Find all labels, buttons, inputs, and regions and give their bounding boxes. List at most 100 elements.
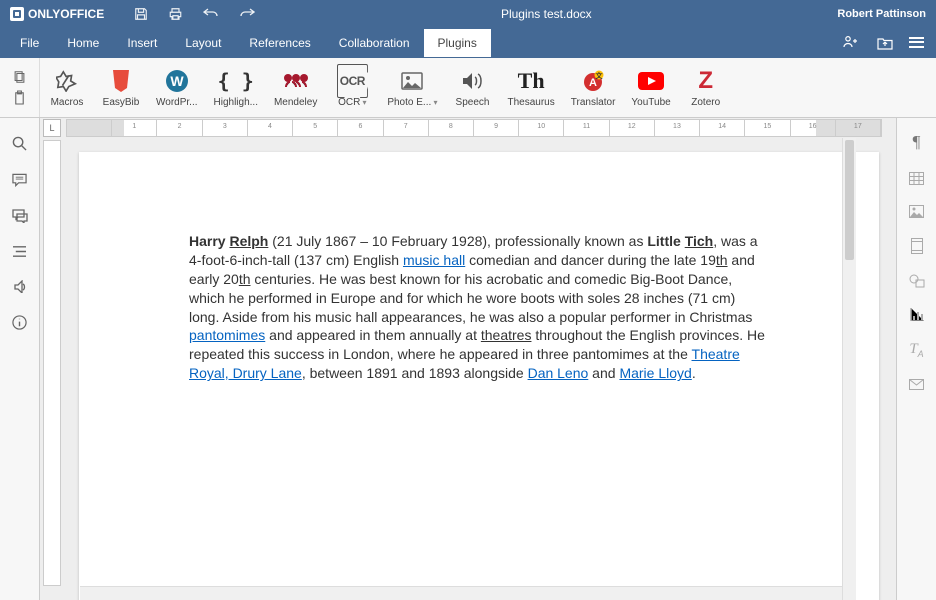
link-music-hall[interactable]: music hall	[403, 252, 465, 268]
header-footer-icon[interactable]	[911, 238, 923, 254]
body-paragraph[interactable]: Harry Relph (21 July 1867 – 10 February …	[189, 232, 769, 383]
save-icon[interactable]	[134, 7, 148, 21]
shape-settings-icon[interactable]	[909, 274, 925, 288]
text: and appeared in them annually at	[265, 327, 481, 343]
comments-icon[interactable]	[12, 173, 27, 187]
plugin-ocr[interactable]: OCR OCR	[325, 58, 379, 117]
menu-insert[interactable]: Insert	[113, 29, 171, 57]
navigation-icon[interactable]	[12, 245, 27, 258]
text: .	[692, 365, 696, 381]
plugin-label: YouTube	[631, 97, 670, 108]
horizontal-scrollbar[interactable]	[80, 586, 842, 600]
menu-plugins[interactable]: Plugins	[424, 29, 491, 57]
plugin-label: Mendeley	[274, 97, 317, 108]
text: Relph	[229, 233, 268, 249]
plugin-label: EasyBib	[103, 97, 140, 108]
title-bar: ONLYOFFICE Plugins test.docx Robert Patt…	[0, 0, 936, 28]
text-art-icon[interactable]: TA	[909, 341, 923, 359]
plugin-label: Translator	[571, 97, 616, 108]
text: (21 July 1867 – 10 February 1928), profe…	[268, 233, 647, 249]
print-icon[interactable]	[168, 7, 183, 21]
plugin-thesaurus[interactable]: Th Thesaurus	[500, 58, 563, 117]
macros-button[interactable]: Macros	[40, 58, 94, 117]
speech-icon	[462, 67, 484, 95]
horizontal-ruler[interactable]: 1234567891011121314151617	[66, 119, 882, 137]
plugin-wordpress[interactable]: W WordPr...	[148, 58, 206, 117]
plugin-label: Zotero	[691, 97, 720, 108]
app-name: ONLYOFFICE	[28, 7, 104, 21]
find-icon[interactable]	[12, 136, 27, 151]
plugin-mendeley[interactable]: Mendeley	[266, 58, 325, 117]
link-theatres[interactable]: theatres	[481, 327, 532, 343]
ruler-row: L 1234567891011121314151617	[40, 118, 896, 138]
user-name: Robert Pattinson	[837, 8, 926, 20]
left-sidebar	[0, 118, 40, 600]
redo-icon[interactable]	[239, 7, 255, 21]
easybib-icon	[111, 67, 131, 95]
text: comedian and dancer during the late 19	[465, 252, 716, 268]
highlight-icon: { }	[218, 67, 254, 95]
image-settings-icon[interactable]	[909, 205, 924, 218]
text: Tich	[685, 233, 714, 249]
macros-icon	[56, 67, 78, 95]
plugin-label: Photo E...	[387, 97, 437, 108]
menu-bar: File Home Insert Layout References Colla…	[0, 28, 936, 58]
open-location-icon[interactable]	[877, 37, 893, 50]
vertical-scrollbar[interactable]	[842, 138, 856, 600]
ribbon-clipboard	[0, 58, 40, 117]
plugin-translator[interactable]: A文 Translator	[563, 58, 624, 117]
table-settings-icon[interactable]	[909, 172, 924, 185]
text: Harry	[189, 233, 229, 249]
quick-access-toolbar	[134, 7, 255, 21]
svg-text:W: W	[170, 73, 184, 89]
wordpress-icon: W	[165, 67, 189, 95]
plugin-zotero[interactable]: Z Zotero	[679, 58, 733, 117]
macros-label: Macros	[51, 97, 84, 108]
zotero-icon: Z	[698, 67, 713, 95]
plugin-highlight[interactable]: { } Highligh...	[206, 58, 266, 117]
text: Little	[647, 233, 684, 249]
manage-users-icon[interactable]	[843, 36, 861, 50]
text: th	[716, 252, 728, 268]
scrollbar-thumb[interactable]	[845, 140, 854, 260]
vertical-ruler[interactable]	[43, 140, 61, 586]
thesaurus-icon: Th	[518, 67, 545, 95]
text: th	[239, 271, 251, 287]
chart-settings-icon[interactable]	[910, 308, 924, 321]
menu-layout[interactable]: Layout	[171, 29, 235, 57]
plugin-photo-editor[interactable]: Photo E...	[379, 58, 445, 117]
app-logo: ONLYOFFICE	[10, 7, 104, 21]
menu-right-tools	[843, 35, 936, 52]
copy-icon[interactable]	[12, 70, 27, 84]
text: and	[588, 365, 619, 381]
photo-icon	[401, 67, 423, 95]
plugin-easybib[interactable]: EasyBib	[94, 58, 148, 117]
link-pantomimes[interactable]: pantomimes	[189, 327, 265, 343]
logo-icon	[10, 7, 24, 21]
youtube-icon	[638, 67, 664, 95]
right-sidebar: ¶ TA	[896, 118, 936, 600]
user-area[interactable]: Robert Pattinson	[837, 8, 926, 20]
link-dan-leno[interactable]: Dan Leno	[528, 365, 589, 381]
chat-icon[interactable]	[12, 209, 28, 223]
paragraph-settings-icon[interactable]: ¶	[913, 132, 921, 152]
menu-references[interactable]: References	[235, 29, 324, 57]
mail-merge-icon[interactable]	[909, 379, 924, 390]
page-viewport[interactable]: Harry Relph (21 July 1867 – 10 February …	[61, 138, 896, 600]
view-settings-icon[interactable]	[909, 35, 924, 52]
menu-home[interactable]: Home	[53, 29, 113, 57]
page: Harry Relph (21 July 1867 – 10 February …	[79, 152, 879, 600]
workspace: L 1234567891011121314151617 Harry Relph …	[0, 118, 936, 600]
feedback-icon[interactable]	[12, 280, 28, 293]
link-marie-lloyd[interactable]: Marie Lloyd	[619, 365, 691, 381]
plugin-youtube[interactable]: YouTube	[623, 58, 678, 117]
ocr-icon: OCR	[340, 67, 365, 95]
undo-icon[interactable]	[203, 7, 219, 21]
menu-file[interactable]: File	[6, 29, 53, 57]
plugin-speech[interactable]: Speech	[446, 58, 500, 117]
text: centuries. He was best known for his acr…	[189, 271, 752, 325]
tab-selector[interactable]: L	[43, 119, 61, 137]
about-icon[interactable]	[12, 315, 27, 330]
menu-collaboration[interactable]: Collaboration	[325, 29, 424, 57]
paste-icon[interactable]	[13, 90, 26, 105]
